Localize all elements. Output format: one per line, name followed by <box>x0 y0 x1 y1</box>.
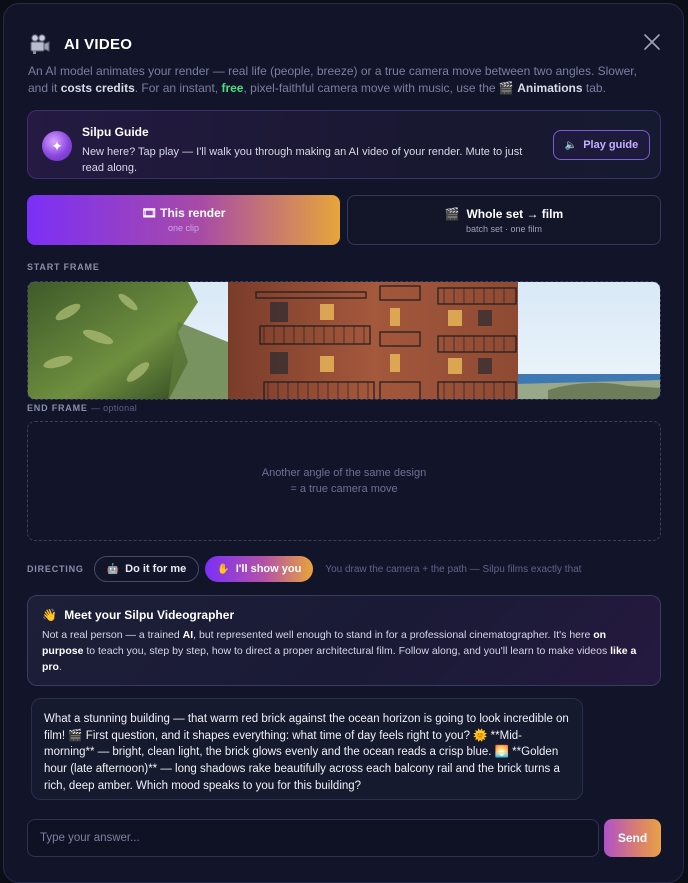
intro-text: An AI model animates your render — real … <box>28 64 637 95</box>
hand-icon: ✋ <box>217 563 230 575</box>
ai-video-modal: AI VIDEO An AI model animates your rende… <box>3 3 684 883</box>
end-frame-label: END FRAME — optional <box>27 403 138 413</box>
end-frame-hint-2: = a true camera move <box>290 483 398 495</box>
modal-title: AI VIDEO <box>64 35 133 53</box>
play-guide-label: Play guide <box>583 139 639 151</box>
play-guide-button[interactable]: 🔈 Play guide <box>553 130 650 160</box>
waving-hand-icon: 👋 <box>42 608 57 622</box>
animations-tab-link[interactable]: Animations <box>517 81 582 95</box>
mode-this-render[interactable]: 🎞 This render one clip <box>27 195 340 245</box>
answer-input-row: Send <box>27 819 661 857</box>
directing-label: DIRECTING <box>27 564 84 574</box>
sparkle-icon: ✦ <box>42 131 72 161</box>
videographer-body: Not a real person — a trained AI, but re… <box>42 629 637 673</box>
directing-hint: You draw the camera + the path — Silpu f… <box>325 563 582 575</box>
assistant-message: What a stunning building — that warm red… <box>31 698 583 800</box>
mode-render-label: This render <box>160 206 226 220</box>
send-button[interactable]: Send <box>604 819 661 857</box>
answer-input[interactable] <box>27 819 599 857</box>
close-icon[interactable] <box>643 33 661 51</box>
guide-title: Silpu Guide <box>82 125 149 139</box>
robot-icon: 🤖 <box>106 563 120 575</box>
start-frame-image[interactable] <box>27 281 661 400</box>
ill-show-you-button[interactable]: ✋ I'll show you <box>205 556 314 582</box>
film-frames-icon: 🎞 <box>141 206 157 220</box>
do-it-for-me-button[interactable]: 🤖 Do it for me <box>93 556 200 582</box>
optional-note: — optional <box>91 403 138 413</box>
mode-film-sub: batch set · one film <box>465 224 543 234</box>
guide-text: New here? Tap play — I'll walk you throu… <box>82 146 523 174</box>
mode-whole-set[interactable]: 🎬 Whole set → film batch set · one film <box>347 195 661 245</box>
end-frame-dropzone[interactable]: Another angle of the same design = a tru… <box>27 421 661 541</box>
start-frame-label: START FRAME <box>27 262 100 272</box>
clapper-icon: 🎬 <box>498 81 514 95</box>
movie-camera-icon <box>30 34 50 54</box>
modal-header: AI VIDEO <box>28 32 132 56</box>
videographer-title: 👋 Meet your Silpu Videographer <box>42 608 235 622</box>
end-frame-hint-1: Another angle of the same design <box>261 467 427 479</box>
costs-credits-emphasis: costs credits <box>60 81 135 95</box>
speaker-icon: 🔈 <box>564 139 578 151</box>
mode-render-sub: one clip <box>167 223 200 233</box>
free-emphasis: free <box>221 81 244 95</box>
silpu-guide-card: ✦ Silpu Guide New here? Tap play — I'll … <box>27 110 661 179</box>
mode-film-label: Whole set → film <box>466 207 564 221</box>
directing-row: DIRECTING 🤖 Do it for me ✋ I'll show you… <box>27 556 581 582</box>
clapper-icon: 🎬 <box>444 207 460 221</box>
videographer-card: 👋 Meet your Silpu Videographer Not a rea… <box>27 595 661 686</box>
